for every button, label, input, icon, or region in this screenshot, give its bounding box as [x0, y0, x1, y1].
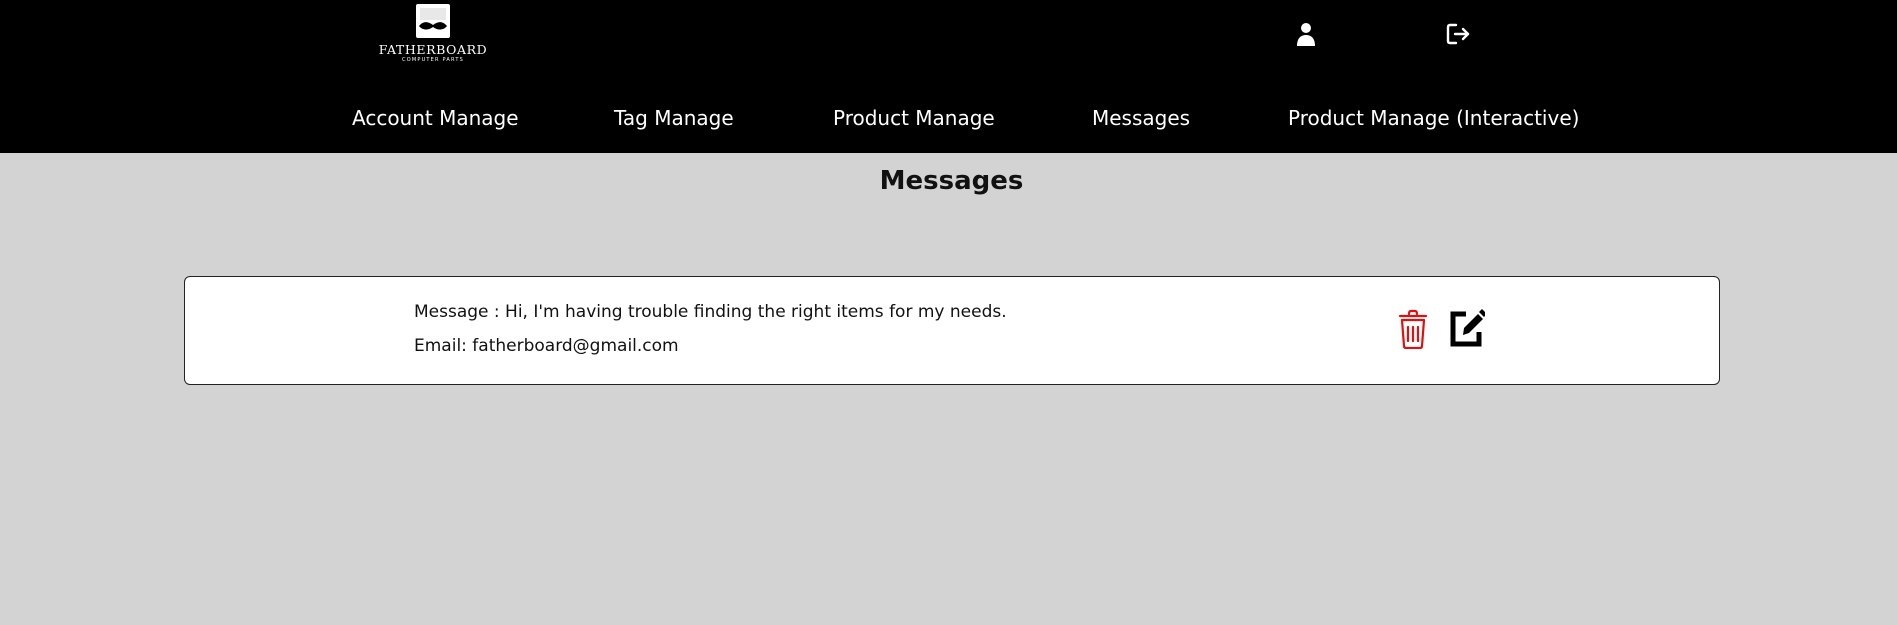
nav-account-manage[interactable]: Account Manage: [352, 104, 519, 132]
nav-product-manage-interactive[interactable]: Product Manage (Interactive): [1288, 104, 1579, 132]
brand-logo[interactable]: FATHERBOARD COMPUTER PARTS: [378, 4, 488, 66]
nav-messages[interactable]: Messages: [1092, 104, 1190, 132]
message-card: Message : Hi, I'm having trouble finding…: [184, 276, 1720, 385]
nav-product-manage[interactable]: Product Manage: [833, 104, 995, 132]
message-text: Message : Hi, I'm having trouble finding…: [414, 302, 1007, 322]
user-icon[interactable]: [1292, 20, 1320, 48]
page-title: Messages: [879, 166, 1024, 196]
logout-icon[interactable]: [1444, 20, 1472, 48]
trash-icon[interactable]: [1398, 309, 1428, 350]
brand-name: FATHERBOARD: [378, 42, 488, 57]
message-email: Email: fatherboard@gmail.com: [414, 336, 679, 356]
mustache-logo-icon: [416, 4, 450, 38]
edit-icon[interactable]: [1449, 308, 1487, 348]
nav-tag-manage[interactable]: Tag Manage: [614, 104, 734, 132]
top-header: FATHERBOARD COMPUTER PARTS Account Manag…: [0, 0, 1897, 153]
brand-tagline: COMPUTER PARTS: [402, 57, 464, 63]
